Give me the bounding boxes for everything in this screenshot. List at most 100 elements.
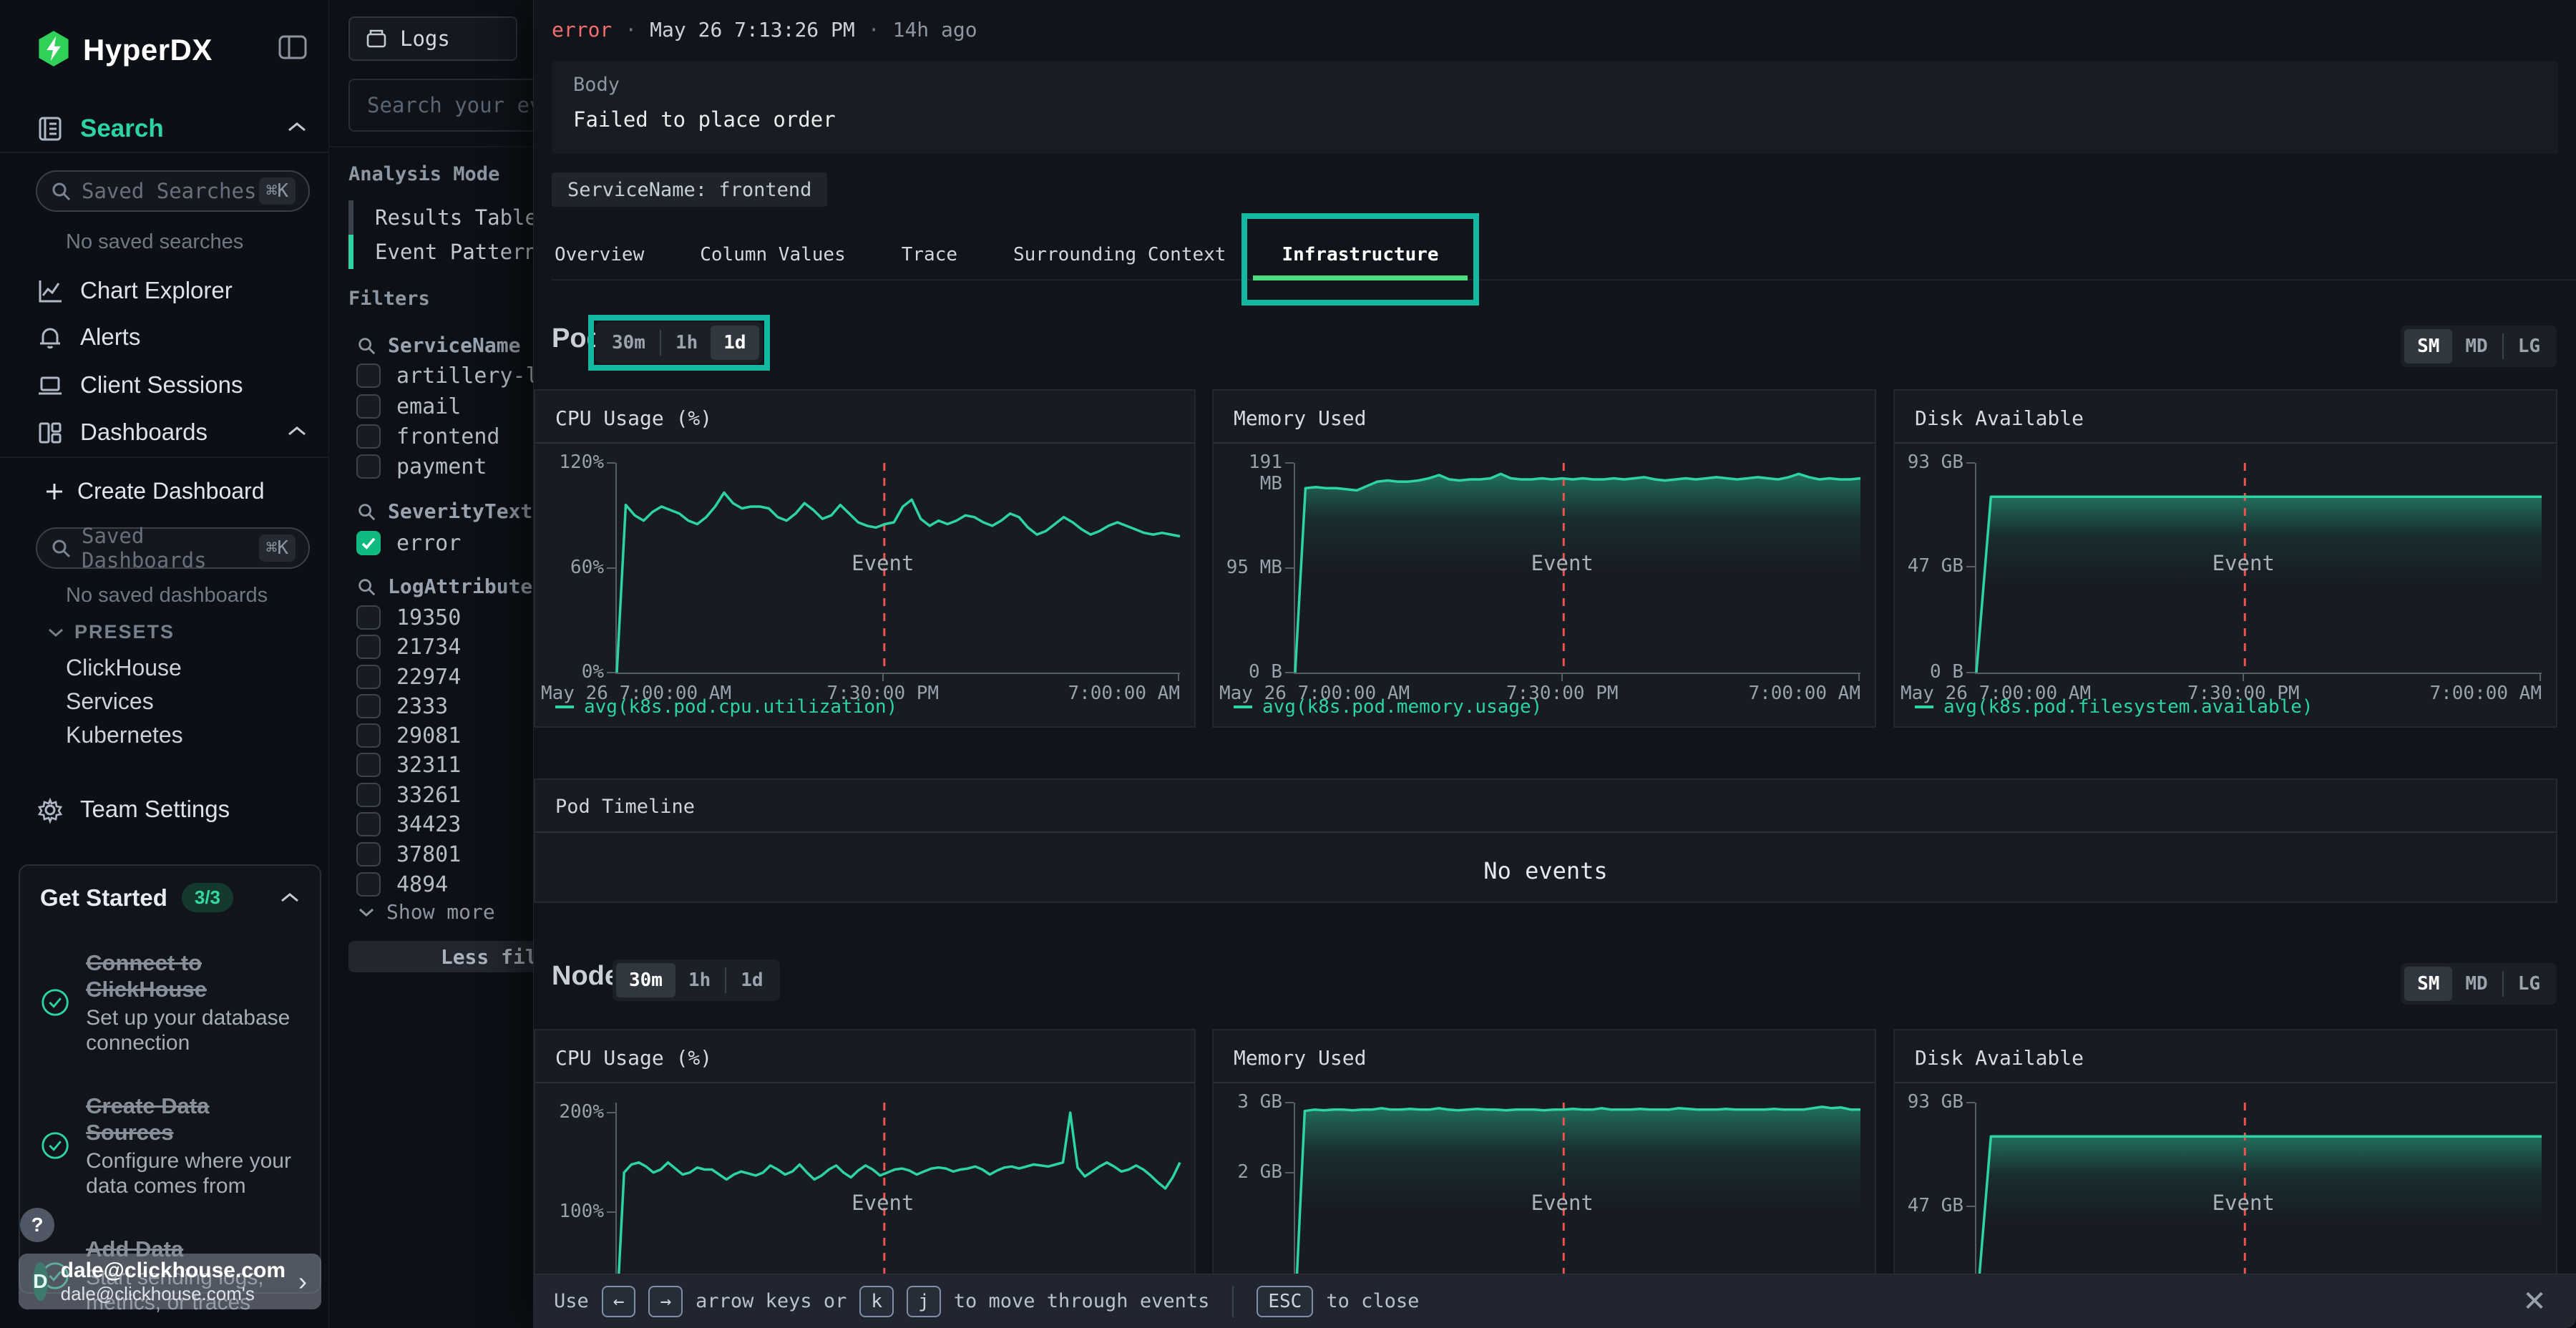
filter-option[interactable]: payment <box>356 452 487 481</box>
sidebar-item-chart-explorer[interactable]: Chart Explorer <box>0 275 328 310</box>
filter-option-checked[interactable]: error <box>356 529 461 557</box>
range-1d[interactable]: 1d <box>711 326 758 360</box>
sidebar-item-team-settings[interactable]: Team Settings <box>0 794 328 829</box>
filter-group-logattributes[interactable]: LogAttributes <box>356 575 545 598</box>
x-axis-tick-label: 7:00:00 AM <box>1748 683 1860 704</box>
help-button[interactable]: ? <box>20 1208 54 1242</box>
pod-timeline-panel: Pod Timeline No events <box>534 778 2557 903</box>
filter-option[interactable]: 21734 <box>356 633 461 661</box>
checkbox[interactable] <box>356 394 381 419</box>
get-started-item[interactable]: Connect to ClickHouse Set up your databa… <box>40 949 300 1055</box>
user-menu[interactable]: D dale@clickhouse.com dale@clickhouse.co… <box>19 1254 321 1309</box>
range-30m[interactable]: 30m <box>616 963 675 997</box>
checkbox[interactable] <box>356 812 381 836</box>
create-dashboard-label: Create Dashboard <box>77 478 264 504</box>
size-lg[interactable]: LG <box>2505 967 2553 1001</box>
legend-swatch <box>1915 706 1933 708</box>
divider <box>0 152 328 153</box>
filter-option[interactable]: frontend <box>356 422 500 451</box>
tab-column-values[interactable]: Column Values <box>697 230 849 279</box>
filter-option[interactable]: 19350 <box>356 603 461 632</box>
y-axis-tick <box>607 567 615 569</box>
range-1d[interactable]: 1d <box>728 963 776 997</box>
event-timestamp: May 26 7:13:26 PM <box>650 18 855 42</box>
filter-option[interactable]: 32311 <box>356 751 461 779</box>
filter-option[interactable]: email <box>356 392 461 421</box>
filter-option[interactable]: 22974 <box>356 663 461 691</box>
filter-option[interactable]: 4894 <box>356 870 448 899</box>
size-md[interactable]: MD <box>2452 329 2500 363</box>
mode-results-table[interactable]: Results Table <box>348 200 537 235</box>
x-axis-tick-label: May 26 7:00:00 AM <box>1219 683 1410 704</box>
checkbox[interactable] <box>356 723 381 748</box>
saved-searches-input[interactable]: Saved Searches ⌘K <box>36 170 310 212</box>
source-select[interactable]: Logs <box>348 16 517 61</box>
size-md[interactable]: MD <box>2452 967 2500 1001</box>
get-started-item[interactable]: Create Data Sources Configure where your… <box>40 1093 300 1198</box>
chevron-up-icon[interactable] <box>287 120 307 135</box>
create-dashboard-button[interactable]: Create Dashboard <box>44 478 264 504</box>
checkbox[interactable] <box>356 424 381 449</box>
tab-infrastructure[interactable]: Infrastructure <box>1279 230 1441 279</box>
close-drawer-button[interactable]: ✕ <box>2517 1284 2552 1319</box>
presets-toggle[interactable]: PRESETS <box>47 621 175 643</box>
filter-option-label: payment <box>396 454 487 479</box>
tab-trace[interactable]: Trace <box>899 230 960 279</box>
checkbox[interactable] <box>356 363 381 388</box>
range-1h[interactable]: 1h <box>675 963 723 997</box>
size-sm[interactable]: SM <box>2404 329 2452 363</box>
chevron-up-icon[interactable] <box>280 891 300 905</box>
task-title: Connect to ClickHouse <box>86 949 300 1002</box>
filter-option-label: 2333 <box>396 694 448 719</box>
x-axis-tick <box>2540 673 2541 681</box>
y-axis-tick-label: 0 B <box>1895 661 1963 683</box>
tab-surrounding-context[interactable]: Surrounding Context <box>1010 230 1229 279</box>
sidebar-item-services[interactable]: Services <box>66 688 154 715</box>
y-axis-tick-label: 120% <box>535 451 604 473</box>
sidebar-item-clickhouse[interactable]: ClickHouse <box>66 655 182 681</box>
checkbox-checked[interactable] <box>356 531 381 555</box>
chart-title: Memory Used <box>1214 391 1875 444</box>
mode-event-patterns[interactable]: Event Patterns <box>348 235 550 269</box>
chevron-up-icon[interactable] <box>287 424 307 439</box>
filter-option[interactable]: 29081 <box>356 721 461 750</box>
chart-title: CPU Usage (%) <box>535 391 1194 444</box>
filter-option[interactable]: 34423 <box>356 810 461 839</box>
sidebar-item-search[interactable]: Search <box>0 113 328 147</box>
size-sm[interactable]: SM <box>2404 967 2452 1001</box>
range-30m[interactable]: 30m <box>599 326 658 360</box>
y-axis-tick <box>607 1211 615 1213</box>
y-axis-tick <box>1285 1172 1294 1173</box>
filter-group-severitytext[interactable]: SeverityText <box>356 499 532 523</box>
tab-overview[interactable]: Overview <box>552 230 647 279</box>
checkbox[interactable] <box>356 753 381 777</box>
y-axis-tick <box>1285 672 1294 673</box>
filter-group-servicename[interactable]: ServiceName <box>356 333 520 357</box>
checkbox[interactable] <box>356 635 381 659</box>
logo-row: HyperDX <box>0 29 328 69</box>
filter-option[interactable]: 33261 <box>356 781 461 809</box>
service-name-tag[interactable]: ServiceName: frontend <box>552 172 827 207</box>
show-more-toggle[interactable]: Show more <box>358 900 495 924</box>
filter-option[interactable]: 2333 <box>356 692 448 721</box>
checkbox[interactable] <box>356 842 381 866</box>
saved-dashboards-input[interactable]: Saved Dashboards ⌘K <box>36 527 310 569</box>
checkbox[interactable] <box>356 605 381 630</box>
sidebar-item-kubernetes[interactable]: Kubernetes <box>66 722 183 748</box>
sidebar-item-alerts[interactable]: Alerts <box>0 322 328 356</box>
checkbox[interactable] <box>356 694 381 718</box>
checkbox[interactable] <box>356 783 381 807</box>
x-axis-tick-label: May 26 7:00:00 AM <box>1901 683 2091 704</box>
sidebar-item-dashboards[interactable]: Dashboards <box>0 417 328 451</box>
checkbox[interactable] <box>356 872 381 897</box>
node-time-range-control: 30m 1h 1d <box>613 960 780 1001</box>
filter-option[interactable]: 37801 <box>356 840 461 869</box>
filter-group-label: ServiceName <box>388 333 520 357</box>
collapse-sidebar-icon[interactable] <box>277 31 308 63</box>
size-lg[interactable]: LG <box>2505 329 2553 363</box>
range-1h[interactable]: 1h <box>663 326 711 360</box>
sidebar-item-client-sessions[interactable]: Client Sessions <box>0 370 328 404</box>
checkbox[interactable] <box>356 454 381 479</box>
y-axis-tick-label: 93 GB <box>1895 451 1963 473</box>
checkbox[interactable] <box>356 665 381 689</box>
